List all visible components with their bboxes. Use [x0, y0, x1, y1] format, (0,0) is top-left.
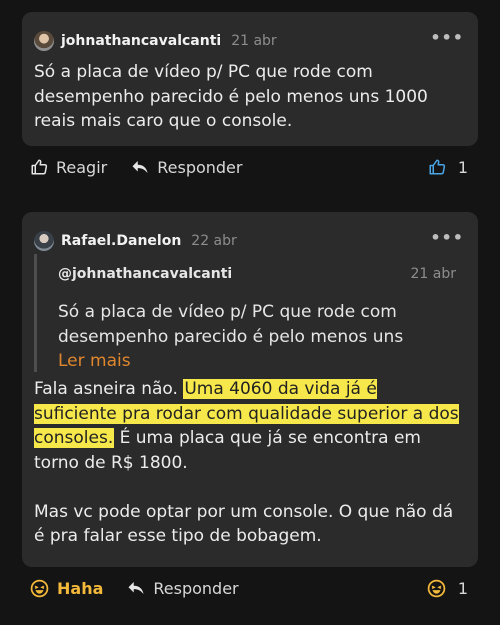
- comment-header: johnathancavalcanti 21 abr: [34, 29, 277, 53]
- reply-arrow-icon: [131, 159, 149, 175]
- haha-reaction-button[interactable]: Haha: [30, 579, 103, 598]
- reaction-count-value: 1: [457, 578, 468, 598]
- haha-emoji-icon: [427, 579, 446, 598]
- reply-label: Responder: [153, 578, 239, 598]
- read-more-link[interactable]: Ler mais: [58, 349, 458, 374]
- comment-header: Rafael.Danelon 22 abr: [34, 229, 237, 253]
- thumbs-up-icon: [428, 158, 446, 176]
- haha-emoji-icon: [30, 579, 49, 598]
- more-icon[interactable]: •••: [430, 228, 464, 247]
- react-button[interactable]: Reagir: [30, 158, 107, 177]
- username[interactable]: johnathancavalcanti: [61, 33, 221, 49]
- body-text: Fala asneira não.: [34, 379, 184, 399]
- quote-mention[interactable]: @johnathancavalcanti: [58, 266, 232, 282]
- comment-body: Fala asneira não. Uma 4060 da vida já é …: [34, 377, 464, 549]
- quote-text: Só a placa de vídeo p/ PC que rode com d…: [58, 302, 404, 347]
- username[interactable]: Rafael.Danelon: [61, 233, 181, 249]
- thumbs-up-icon: [30, 158, 48, 176]
- reply-button[interactable]: Responder: [127, 578, 239, 598]
- comment-body: Só a placa de vídeo p/ PC que rode com d…: [34, 62, 428, 131]
- quote-date: 21 abr: [410, 266, 457, 282]
- more-icon[interactable]: •••: [430, 28, 464, 47]
- reply-arrow-icon: [127, 580, 145, 596]
- avatar[interactable]: [34, 31, 54, 51]
- comment-card: Rafael.Danelon 22 abr ••• @johnathancava…: [22, 212, 478, 567]
- reaction-count[interactable]: 1: [427, 579, 468, 598]
- comment-date: 22 abr: [191, 233, 237, 249]
- comment-actions: Haha Responder 1: [30, 576, 468, 600]
- like-count-value: 1: [457, 157, 468, 177]
- body-paragraph: Mas vc pode optar por um console. O que …: [34, 501, 454, 547]
- reply-button[interactable]: Responder: [131, 158, 242, 177]
- reply-label: Responder: [157, 157, 243, 177]
- like-count[interactable]: 1: [428, 158, 468, 177]
- comment-actions: Reagir Responder 1: [30, 155, 468, 179]
- avatar[interactable]: [34, 231, 54, 251]
- react-label: Reagir: [56, 157, 108, 177]
- comment-date: 21 abr: [231, 33, 277, 49]
- quote-body: Só a placa de vídeo p/ PC que rode com d…: [58, 300, 458, 374]
- haha-label: Haha: [57, 578, 104, 598]
- quote-header: @johnathancavalcanti 21 abr: [58, 266, 456, 282]
- comment-card: johnathancavalcanti 21 abr ••• Só a plac…: [22, 12, 478, 146]
